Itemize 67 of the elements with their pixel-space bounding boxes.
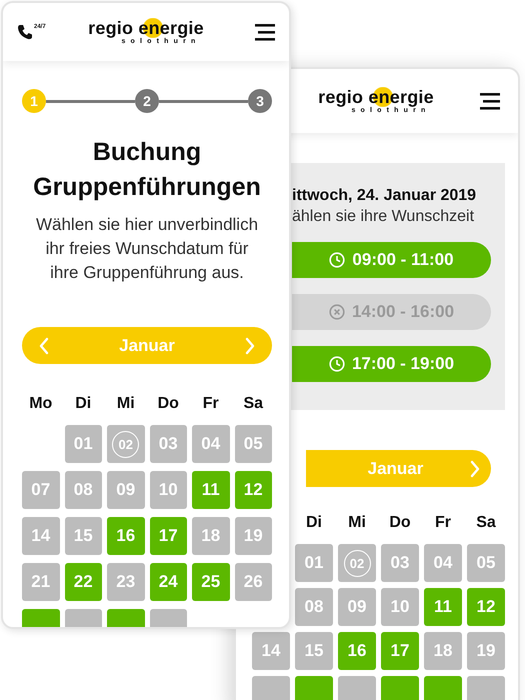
weekday-label: Mi [348, 514, 366, 532]
calendar-day: 15 [64, 517, 102, 555]
calendar-day: 01 [295, 544, 333, 582]
calendar-day[interactable]: 12 [467, 588, 505, 626]
intro-text: Wählen sie hier unverbindlich ihr freies Wunschdatum für ihre Gruppenführung aus. [34, 214, 260, 284]
calendar-day: 21 [22, 563, 60, 601]
calendar-day[interactable]: 12 [234, 471, 272, 509]
calendar-day[interactable]: 22 [64, 563, 102, 601]
calendar-day: 19 [467, 632, 505, 670]
step-indicator: 2 [135, 89, 159, 113]
step-indicator: 3 [248, 89, 272, 113]
calendar-day: 14 [252, 632, 290, 670]
menu-icon[interactable] [480, 92, 500, 110]
calendar-day: 01 [64, 425, 102, 463]
weekday-label: Sa [476, 514, 496, 532]
clock-icon [329, 252, 346, 268]
calendar-day: 15 [295, 632, 333, 670]
month-label: Januar [368, 458, 424, 478]
today-marker: 02 [112, 430, 140, 458]
calendar-day[interactable]: 16 [107, 517, 144, 555]
calendar-day[interactable]: 11 [192, 471, 230, 509]
weekday-label: Di [306, 514, 322, 532]
calendar-day: 10 [150, 471, 187, 509]
unavailable-icon [328, 304, 345, 320]
weekday-label: Do [389, 514, 411, 532]
weekday-label: Do [158, 395, 179, 413]
calendar-day: 10 [381, 588, 419, 626]
calendar-day[interactable]: 17 [381, 632, 419, 670]
calendar-day: 05 [234, 425, 272, 463]
calendar-day: 23 [107, 563, 144, 601]
calendar-day[interactable]: 25 [192, 563, 230, 601]
today-marker: 02 [344, 550, 370, 576]
instruction-text: ählen sie ihre Wunschzeit [292, 207, 476, 227]
selected-date: ittwoch, 24. Januar 2019 [292, 186, 478, 206]
calendar-day[interactable]: 17 [150, 517, 187, 555]
calendar-day: 07 [22, 471, 60, 509]
calendar-day[interactable]: 11 [424, 588, 462, 626]
calendar-day[interactable]: 16 [338, 632, 376, 670]
calendar-day: 08 [64, 471, 102, 509]
calendar-day: 09 [107, 471, 144, 509]
calendar-day: 04 [192, 425, 230, 463]
calendar-day: 26 [234, 563, 272, 601]
weekday-label: Di [75, 395, 92, 413]
clock-icon [328, 356, 345, 372]
calendar-day: 14 [22, 517, 60, 555]
calendar-day[interactable]: 24 [150, 563, 187, 601]
phone-icon [17, 24, 33, 40]
weekday-label: Mi [116, 395, 135, 413]
time-slot-button[interactable]: 17:00 - 19:00 [292, 346, 491, 382]
calendar-day: 04 [424, 544, 462, 582]
weekday-label: Sa [243, 395, 264, 413]
calendar-day: 08 [295, 588, 333, 626]
page-title: Buchung Gruppenführungen [32, 137, 262, 203]
calendar-day: 03 [150, 425, 187, 463]
month-label: Januar [119, 336, 175, 356]
calendar-day: 03 [381, 544, 419, 582]
weekday-label: Fr [202, 395, 219, 413]
menu-icon[interactable] [254, 24, 275, 40]
calendar-day: 19 [234, 517, 272, 555]
calendar-day: 18 [424, 632, 462, 670]
calendar-day: 18 [192, 517, 230, 555]
calendar-day: 09 [338, 588, 376, 626]
weekday-label: Fr [435, 514, 451, 532]
time-slot-button[interactable]: 09:00 - 11:00 [292, 242, 491, 278]
step-indicator: 1 [22, 89, 46, 113]
calendar-day: 05 [467, 544, 505, 582]
weekday-label: Mo [29, 395, 52, 413]
